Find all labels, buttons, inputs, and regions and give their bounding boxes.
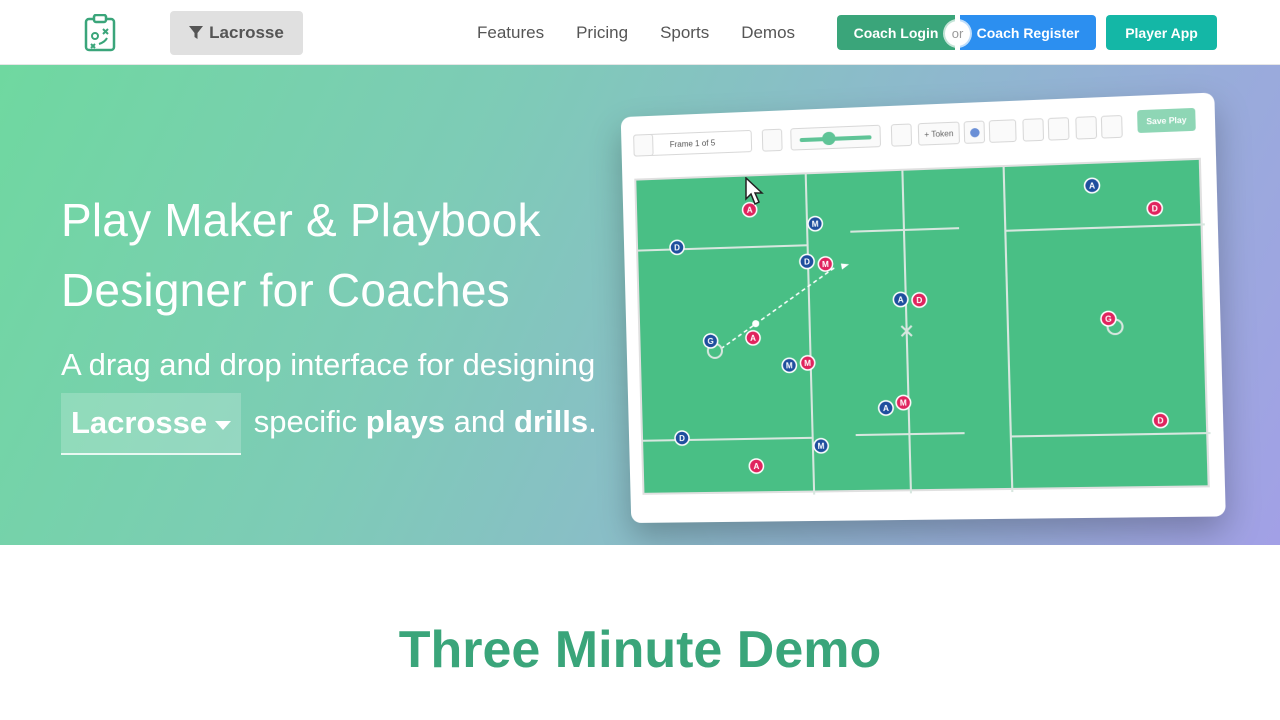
hero-section: Play Maker & Playbook Designer for Coach… [0,65,1280,545]
coach-login-button[interactable]: Coach Login [837,15,955,50]
player-token-label: M [900,398,908,407]
mouse-cursor-icon [745,177,764,206]
or-badge: or [945,21,970,46]
player-token[interactable]: M [800,356,815,371]
player-token-label: D [1152,204,1159,214]
hero-subtitle-and: and [453,404,506,440]
player-token-label: D [1157,416,1164,426]
player-token-label: A [1089,181,1096,191]
lacrosse-field: AMDDMADGAMMAMDMAADGD [634,157,1212,497]
player-token[interactable]: A [746,331,761,345]
player-token[interactable]: A [893,292,908,307]
hero-subtitle-plays: plays [365,404,446,440]
hero-title-line-2: Designer for Coaches [61,264,510,316]
help-icon[interactable] [1075,116,1098,140]
player-token[interactable]: A [749,459,764,473]
player-token-label: M [812,220,819,229]
nav-link-features[interactable]: Features [465,23,556,43]
sport-select-dropdown[interactable]: Lacrosse [61,393,242,455]
player-token[interactable]: G [1101,311,1116,326]
save-play-button[interactable]: Save Play [1137,107,1196,134]
demo-section-heading: Three Minute Demo [398,621,882,679]
speed-slider[interactable] [790,124,882,151]
player-token-label: D [679,434,685,443]
player-token[interactable]: M [782,358,797,372]
nav-link-sports[interactable]: Sports [648,23,721,43]
player-token[interactable]: M [818,257,833,272]
nav-link-pricing[interactable]: Pricing [564,23,640,43]
app-mockup: Frame 1 of 5 + Token Save Play A M D D M… [620,92,1226,524]
add-frame-button[interactable] [761,128,783,152]
player-token-label: D [674,243,680,252]
player-token[interactable]: A [1084,178,1099,193]
player-token[interactable]: M [808,216,823,231]
player-token-label: M [822,260,829,269]
sport-select-label: Lacrosse [71,405,208,440]
player-token-label: D [916,296,922,305]
player-token[interactable]: D [675,431,689,445]
player-token-label: A [753,462,759,471]
player-token-label: A [883,404,889,413]
app-mockup-window: Frame 1 of 5 + Token Save Play A M D D M… [620,92,1226,524]
line-style-icon[interactable] [988,119,1017,143]
nav-links: Features Pricing Sports Demos [465,0,815,65]
hero-subtitle: A drag and drop interface for designing … [61,337,641,455]
player-token[interactable]: D [1147,201,1162,216]
format-icon[interactable] [1022,118,1045,142]
trash-icon[interactable] [890,123,913,147]
player-token[interactable]: D [800,254,815,269]
hero-title: Play Maker & Playbook Designer for Coach… [61,185,621,325]
player-token[interactable]: G [703,334,717,348]
player-token[interactable]: D [912,293,927,308]
navbar: Lacrosse Features Pricing Sports Demos C… [0,0,1280,65]
coach-register-button[interactable]: Coach Register [960,15,1096,50]
hero-subtitle-end: . [588,404,597,440]
player-token[interactable]: D [670,240,684,254]
player-token[interactable]: A [878,401,893,416]
caret-down-icon [215,420,232,430]
add-token-button[interactable]: + Token [917,121,960,146]
shape-icon[interactable] [963,120,986,144]
hero-subtitle-drills: drills [514,404,589,440]
player-token-label: M [786,361,793,370]
player-token-label: G [1105,314,1112,324]
player-token-label: A [898,295,904,304]
player-token-label: D [804,257,810,266]
nav-link-demos[interactable]: Demos [729,23,807,43]
player-token[interactable]: M [814,439,829,453]
hero-subtitle-specific: specific [253,404,358,440]
player-app-button[interactable]: Player App [1106,15,1217,50]
settings-gear-icon[interactable] [1100,114,1123,139]
frame-label: Frame 1 of 5 [633,129,753,157]
clipboard-logo-icon[interactable] [84,13,116,52]
player-token-label: M [804,359,811,368]
player-token-label: M [818,442,825,451]
player-token[interactable]: M [896,395,911,410]
player-token-label: G [707,337,714,346]
hero-title-line-1: Play Maker & Playbook [61,194,541,246]
filter-icon [189,26,204,39]
player-token-label: A [750,334,756,343]
field-diagram: AMDD MA DG AM MAMDMAADGD [636,160,1212,497]
sport-filter-label: Lacrosse [209,23,284,42]
player-token[interactable]: D [1153,413,1168,428]
pencil-icon[interactable] [1047,117,1070,141]
sport-filter-button[interactable]: Lacrosse [170,11,303,55]
hero-subtitle-prefix: A drag and drop interface for designing [61,347,596,382]
